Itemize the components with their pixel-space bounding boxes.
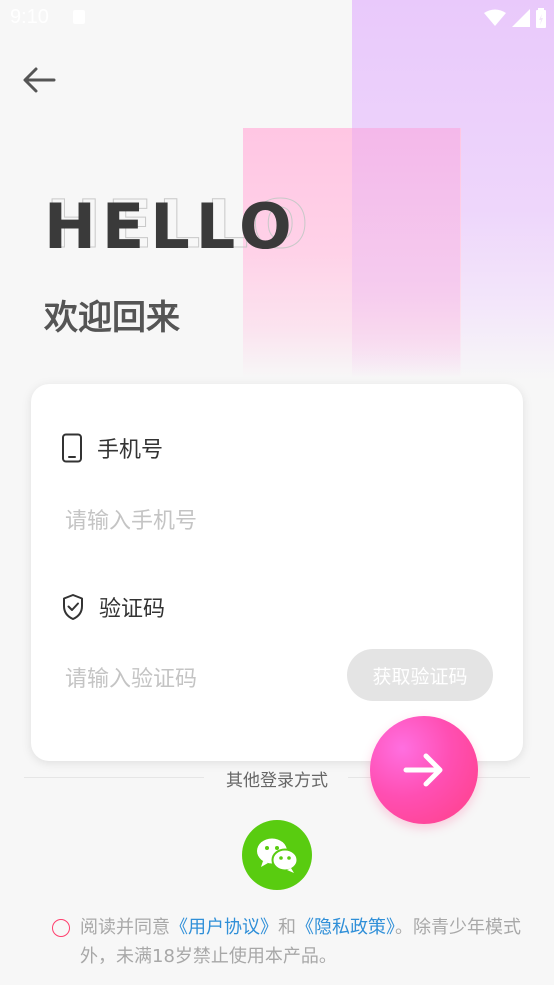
agreement-and: 和 [278, 917, 296, 938]
code-field-label: 验证码 [61, 591, 165, 623]
phone-label-text: 手机号 [97, 438, 164, 463]
submit-button[interactable] [370, 716, 478, 824]
signal-icon [512, 9, 530, 27]
privacy-policy-link[interactable]: 《隐私政策》 [296, 917, 395, 938]
agreement-prefix: 阅读并同意 [80, 917, 170, 938]
arrow-right-icon [403, 753, 443, 787]
wechat-login-button[interactable] [242, 820, 312, 890]
user-agreement-link[interactable]: 《用户协议》 [170, 917, 278, 938]
wechat-icon [257, 838, 299, 873]
back-button[interactable] [20, 62, 58, 98]
status-bar: 9:10 [0, 0, 554, 36]
agreement-text: 阅读并同意《用户协议》和《隐私政策》。除青少年模式外，未满18岁禁止使用本产品。 [80, 913, 528, 971]
code-label-text: 验证码 [99, 597, 166, 622]
decor-purple-block [352, 0, 554, 380]
get-code-button[interactable]: 获取验证码 [347, 649, 493, 701]
arrow-left-icon [23, 67, 56, 93]
status-icons [484, 8, 546, 28]
login-card: 手机号 验证码 获取验证码 [31, 384, 523, 761]
battery-icon [536, 8, 546, 28]
agree-radio[interactable] [52, 919, 70, 937]
notification-icon [73, 10, 85, 24]
status-time: 9:10 [10, 6, 49, 28]
hello-title: HELLO [44, 190, 298, 263]
welcome-title: 欢迎回来 [44, 298, 180, 338]
mobile-phone-icon [62, 433, 82, 463]
phone-input[interactable] [63, 502, 487, 540]
decor-overlap-block [352, 128, 460, 378]
code-input[interactable] [63, 660, 337, 698]
phone-field-label: 手机号 [61, 432, 163, 464]
shield-check-icon [63, 594, 83, 620]
wifi-icon [484, 9, 506, 26]
